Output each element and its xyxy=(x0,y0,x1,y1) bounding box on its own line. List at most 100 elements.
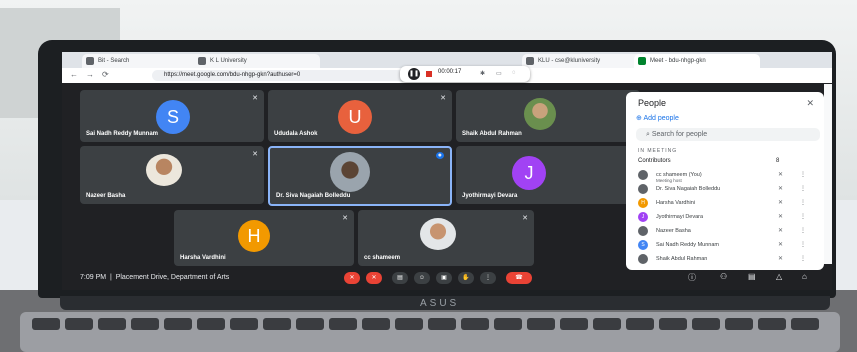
add-people-label: Add people xyxy=(643,115,679,122)
participant-row[interactable]: Shaik Abdul Rahman ✕ ⋮ xyxy=(638,254,818,266)
keyboard-key xyxy=(230,318,258,330)
tab-label: Meet - bdu-nhgp-gkn xyxy=(650,58,706,64)
participant-tile-speaking[interactable]: ● Dr. Siva Nagaiah Bolleddu xyxy=(268,146,452,206)
keyboard-key xyxy=(461,318,489,330)
info-icon[interactable]: ⓘ xyxy=(688,272,696,283)
camera-icon[interactable]: ▭ xyxy=(496,70,502,77)
keyboard-key xyxy=(263,318,291,330)
keyboard-key xyxy=(725,318,753,330)
chat-icon[interactable]: ▤ xyxy=(748,272,756,281)
people-panel: People ✕ ⊕ Add people ⌕ Search for peopl… xyxy=(626,92,824,270)
activities-icon[interactable]: △ xyxy=(776,272,782,281)
browser-tab[interactable]: Bit - Search xyxy=(82,54,208,68)
keyboard-key xyxy=(659,318,687,330)
browser-sidebar xyxy=(824,84,832,264)
add-person-icon: ⊕ xyxy=(636,115,642,122)
recording-time: 00:00:17 xyxy=(438,69,462,75)
contributors-label[interactable]: Contributors xyxy=(638,158,671,164)
participant-row[interactable]: Nazeer Basha ✕ ⋮ xyxy=(638,226,818,238)
muted-mic-icon[interactable]: ✕ xyxy=(778,185,783,192)
more-options-icon[interactable]: ⋮ xyxy=(800,241,806,248)
keyboard-key xyxy=(791,318,819,330)
muted-mic-icon[interactable]: ✕ xyxy=(778,171,783,178)
participant-row[interactable]: J Jyothirmayi Devara ✕ ⋮ xyxy=(638,212,818,224)
trash-icon[interactable]: ◌ xyxy=(512,70,516,76)
more-options-icon[interactable]: ⋮ xyxy=(800,171,806,178)
participant-row[interactable]: cc shameem (You) Meeting host ✕ ⋮ xyxy=(638,170,818,183)
keyboard-key xyxy=(395,318,423,330)
participant-name: Sai Nadh Reddy Munnam xyxy=(86,131,159,137)
participant-tile[interactable]: S ✕ Sai Nadh Reddy Munnam xyxy=(80,90,264,142)
add-people-button[interactable]: ⊕ Add people xyxy=(636,114,679,122)
participant-name: Jyothirmayi Devara xyxy=(656,214,704,220)
participant-tile[interactable]: U ✕ Ududala Ashok xyxy=(268,90,452,142)
search-icon: ⌕ xyxy=(646,131,650,138)
mic-toggle-button[interactable]: ✕ xyxy=(344,272,360,284)
people-search-input[interactable]: ⌕ Search for people xyxy=(636,128,820,141)
browser-tab-active[interactable]: Meet - bdu-nhgp-gkn xyxy=(634,54,760,68)
mic-icon[interactable]: ✱ xyxy=(480,70,485,77)
participant-photo xyxy=(330,152,370,192)
close-icon[interactable]: ✕ xyxy=(806,98,814,109)
participant-name: Nazeer Basha xyxy=(656,228,691,234)
keyboard-key xyxy=(494,318,522,330)
muted-mic-icon[interactable]: ✕ xyxy=(778,227,783,234)
muted-mic-icon[interactable]: ✕ xyxy=(778,241,783,248)
keyboard-key xyxy=(296,318,324,330)
contributors-count: 8 xyxy=(776,158,780,164)
meet-icon xyxy=(638,57,646,65)
participant-name: Sai Nadh Reddy Munnam xyxy=(656,242,719,248)
more-options-icon[interactable]: ⋮ xyxy=(800,227,806,234)
more-options-icon[interactable]: ⋮ xyxy=(800,185,806,192)
lock-icon[interactable]: ⌂ xyxy=(802,272,807,281)
keyboard-key xyxy=(32,318,60,330)
browser-tab[interactable]: K L University xyxy=(194,54,320,68)
muted-mic-icon[interactable]: ✕ xyxy=(778,199,783,206)
stop-button[interactable] xyxy=(426,71,432,77)
muted-mic-icon[interactable]: ✕ xyxy=(778,255,783,262)
participant-row[interactable]: Dr. Siva Nagaiah Bolleddu ✕ ⋮ xyxy=(638,184,818,196)
leave-call-button[interactable]: ☎ xyxy=(506,272,532,284)
browser-tab[interactable]: KLU - cse@kluniversity xyxy=(522,54,648,68)
tab-label: Bit - Search xyxy=(98,58,130,64)
participant-avatar: H xyxy=(638,198,648,208)
more-options-icon[interactable]: ⋮ xyxy=(800,213,806,220)
participant-tile[interactable]: J ✕ Jyothirmayi Devara xyxy=(456,146,640,204)
muted-mic-icon: ✕ xyxy=(440,95,446,102)
page-icon xyxy=(526,57,534,65)
camera-toggle-button[interactable]: ✕ xyxy=(366,272,382,284)
participant-name: Shaik Abdul Rahman xyxy=(656,256,708,262)
nav-buttons[interactable]: ←→⟳ xyxy=(70,70,117,79)
participant-photo xyxy=(524,98,556,130)
participant-avatar: S xyxy=(638,240,648,250)
present-button[interactable]: ▣ xyxy=(436,272,452,284)
emoji-button[interactable]: ☺ xyxy=(414,272,430,284)
pause-button[interactable]: ❚❚ xyxy=(408,68,420,80)
more-options-icon[interactable]: ⋮ xyxy=(800,255,806,262)
panel-toolbar: ⓘ ⚇ ▤ △ ⌂ xyxy=(672,272,822,286)
participant-tile[interactable]: ✕ Nazeer Basha xyxy=(80,146,264,204)
keyboard-key xyxy=(65,318,93,330)
participant-name: Jyothirmayi Devara xyxy=(462,193,518,199)
participant-tile[interactable]: ✕ Shaik Abdul Rahman xyxy=(456,90,640,142)
speaking-indicator-icon: ● xyxy=(435,152,444,159)
muted-mic-icon[interactable]: ✕ xyxy=(778,213,783,220)
keyboard-key xyxy=(527,318,555,330)
raise-hand-button[interactable]: ✋ xyxy=(458,272,474,284)
avatar: S xyxy=(156,100,190,134)
keyboard-key xyxy=(758,318,786,330)
laptop-keyboard xyxy=(20,312,840,352)
participant-row[interactable]: H Harsha Vardhini ✕ ⋮ xyxy=(638,198,818,210)
more-options-button[interactable]: ⋮ xyxy=(480,272,496,284)
keyboard-key xyxy=(428,318,456,330)
participant-row[interactable]: S Sai Nadh Reddy Munnam ✕ ⋮ xyxy=(638,240,818,252)
people-icon[interactable]: ⚇ xyxy=(720,272,727,281)
participant-name: Dr. Siva Nagaiah Bolleddu xyxy=(656,186,721,192)
participant-tile[interactable]: H ✕ Harsha Vardhini xyxy=(174,210,354,266)
keyboard-key xyxy=(692,318,720,330)
search-placeholder: Search for people xyxy=(651,131,708,138)
more-options-icon[interactable]: ⋮ xyxy=(800,199,806,206)
participant-tile[interactable]: ✕ cc shameem xyxy=(358,210,534,266)
captions-button[interactable]: ▤ xyxy=(392,272,408,284)
meeting-clock: 7:09 PM xyxy=(80,274,107,281)
